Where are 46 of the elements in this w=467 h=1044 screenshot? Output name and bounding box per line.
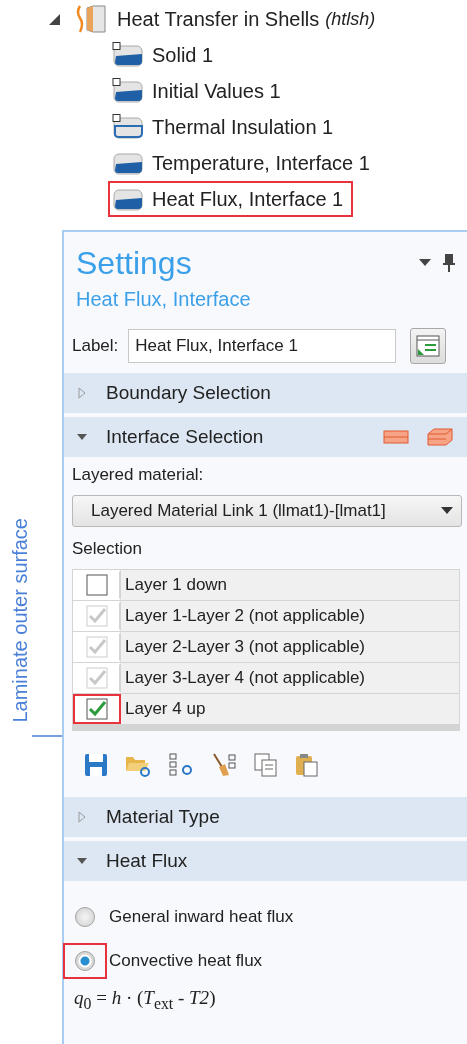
node-icon — [112, 150, 144, 176]
radio-label[interactable]: Convective heat flux — [109, 951, 263, 971]
section-header[interactable]: Interface Selection — [64, 417, 467, 457]
label-field[interactable]: Heat Flux, Interface 1 — [128, 329, 397, 363]
formula: q$_{0}$ = h · (T$_{ext}$ - T2) — [73, 986, 217, 1013]
node-icon — [112, 42, 144, 68]
dropdown-triangle-icon[interactable] — [419, 259, 431, 267]
tree-item[interactable]: Initial Values 1 — [108, 73, 291, 109]
tree-item[interactable]: Heat Flux, Interface 1 — [108, 181, 354, 217]
label-action-button[interactable] — [410, 328, 447, 364]
layered-material-dropdown[interactable]: Layered Material Link 1 (llmat1)-[lmat1] — [72, 495, 462, 527]
annotation-text: Laminate outer surface — [8, 518, 32, 723]
expand-triangle-icon[interactable] — [76, 387, 88, 399]
collapse-triangle-icon[interactable] — [47, 12, 61, 26]
pin-icon[interactable] — [443, 254, 455, 272]
radio-button[interactable] — [75, 907, 95, 927]
node-icon — [112, 78, 144, 104]
tree-item-tag: (htlsh) — [325, 8, 376, 30]
copy-icon[interactable] — [254, 753, 278, 777]
section-header[interactable]: Boundary Selection — [64, 373, 467, 413]
tree-item[interactable]: Thermal Insulation 1 — [108, 109, 344, 145]
radio-label[interactable]: General inward heat flux — [109, 907, 294, 927]
tree-item-label[interactable]: Heat Transfer in Shells — [117, 7, 320, 31]
layer-stack-icon[interactable] — [427, 428, 453, 446]
section-header[interactable]: Heat Flux — [64, 841, 467, 881]
panel-title: Settings — [76, 244, 192, 282]
tree-item[interactable]: Temperature, Interface 1 — [108, 145, 380, 181]
tree-item[interactable]: Solid 1 — [108, 37, 224, 73]
node-icon — [112, 186, 144, 212]
list-refresh-icon[interactable] — [168, 753, 194, 777]
label-caption: Label: — [72, 336, 119, 356]
layer-cell[interactable]: Layer 1 down — [121, 570, 459, 600]
radio-button[interactable] — [75, 951, 95, 971]
save-icon[interactable] — [84, 753, 108, 777]
node-icon — [112, 114, 144, 140]
expand-triangle-icon[interactable] — [76, 811, 88, 823]
checkbox[interactable] — [86, 698, 108, 720]
field-caption: Layered material: — [72, 465, 205, 485]
layer-cell[interactable]: Layer 4 up — [121, 694, 459, 724]
broom-icon[interactable] — [211, 753, 237, 777]
dropdown-caret-icon — [441, 507, 453, 515]
field-caption: Selection — [72, 539, 143, 559]
checkbox[interactable] — [86, 574, 108, 596]
section-header[interactable]: Material Type — [64, 797, 467, 837]
paste-icon[interactable] — [295, 753, 319, 777]
panel-subtitle: Heat Flux, Interface — [75, 287, 252, 311]
